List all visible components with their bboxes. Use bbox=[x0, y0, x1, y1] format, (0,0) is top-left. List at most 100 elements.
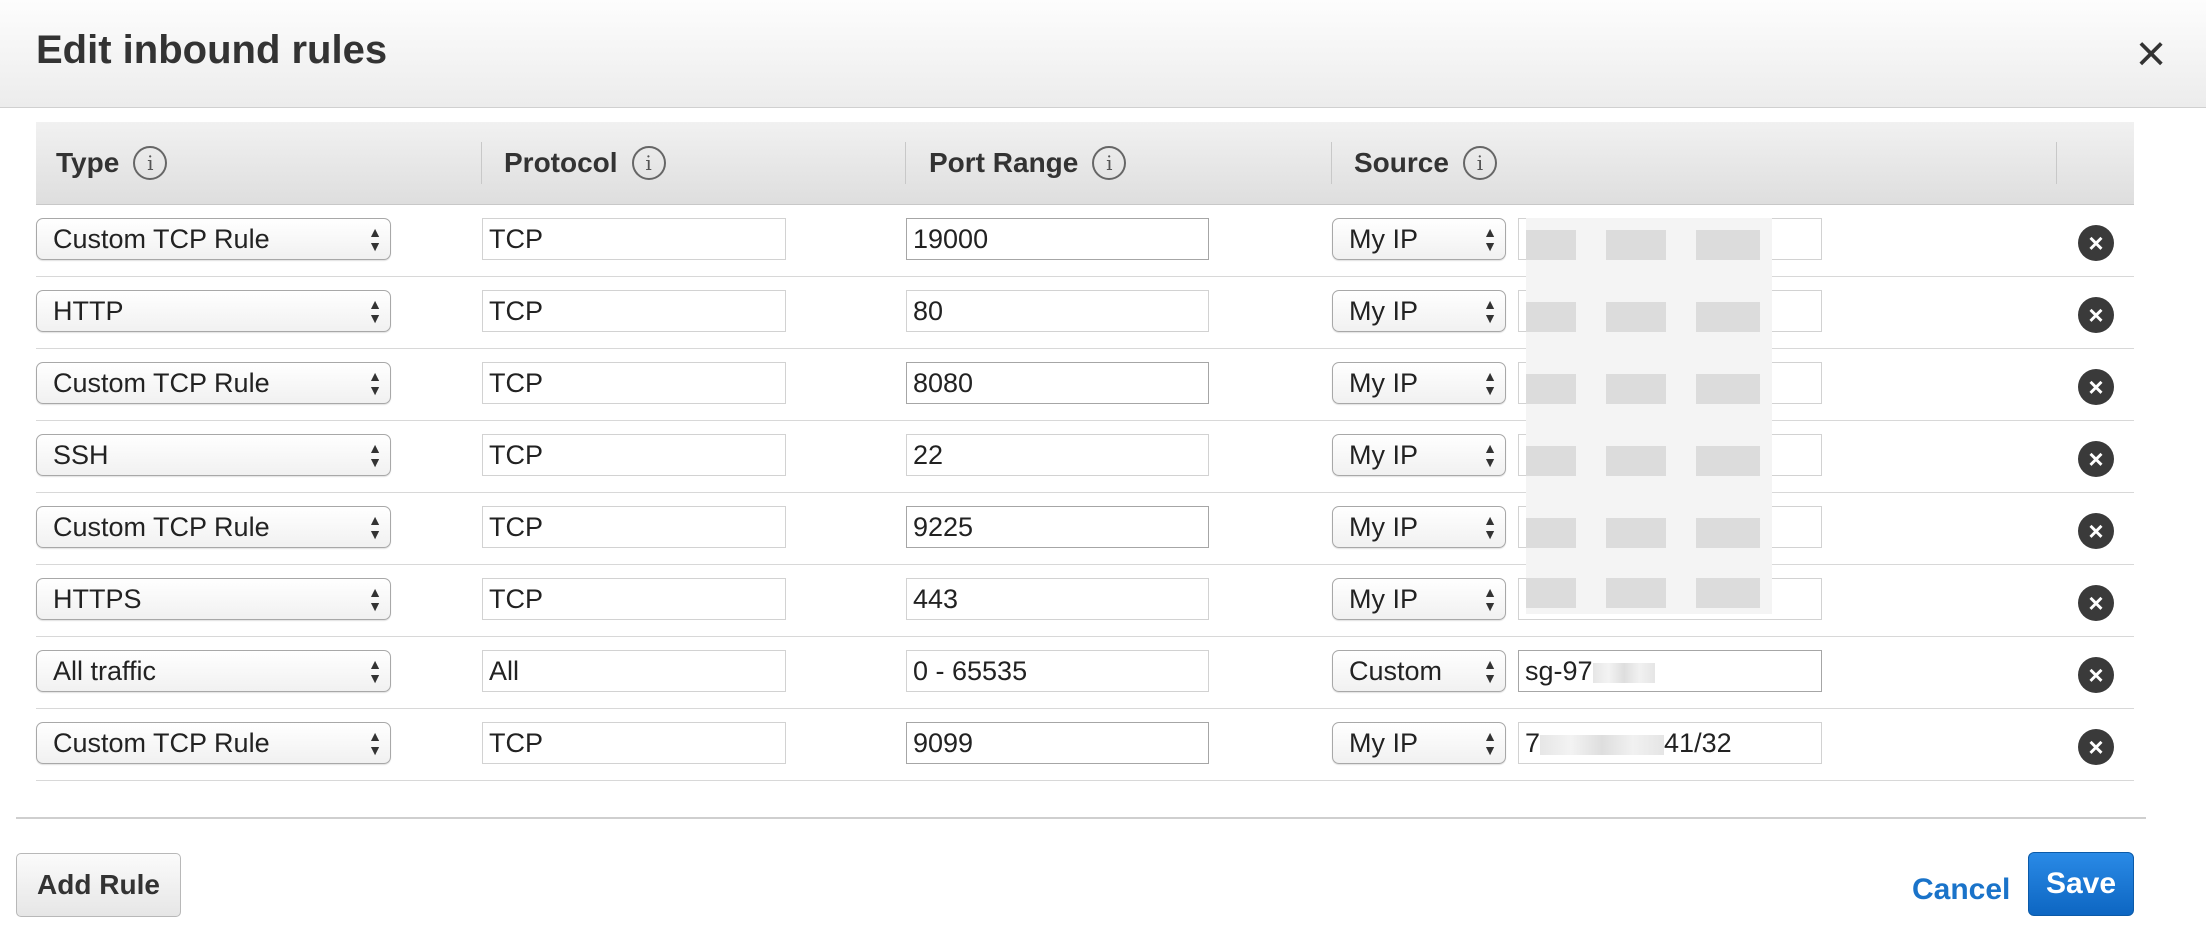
type-select-value: Custom TCP Rule bbox=[53, 224, 270, 254]
table-row: Custom TCP Rule ▲ ▼ TCP 9225 My IP ▲ ▼ × bbox=[36, 493, 2134, 565]
type-select[interactable]: Custom TCP Rule ▲ ▼ bbox=[36, 362, 391, 404]
source-type-select[interactable]: My IP ▲ ▼ bbox=[1332, 218, 1506, 260]
info-icon[interactable]: i bbox=[133, 146, 168, 180]
table-row: HTTPS ▲ ▼ TCP 443 My IP ▲ ▼ × bbox=[36, 565, 2134, 637]
delete-rule-icon[interactable]: × bbox=[2078, 441, 2114, 477]
column-header-port-range: Port Range i bbox=[929, 122, 1127, 204]
delete-rule-icon[interactable]: × bbox=[2078, 297, 2114, 333]
source-cidr-input[interactable]: 7 41/32 bbox=[1518, 722, 1822, 764]
column-divider bbox=[905, 142, 906, 184]
source-type-value: My IP bbox=[1349, 584, 1419, 614]
source-type-select[interactable]: My IP ▲ ▼ bbox=[1332, 722, 1506, 764]
port-range-input[interactable]: 0 - 65535 bbox=[906, 650, 1209, 692]
source-type-select[interactable]: My IP ▲ ▼ bbox=[1332, 434, 1506, 476]
type-select[interactable]: Custom TCP Rule ▲ ▼ bbox=[36, 506, 391, 548]
source-type-select[interactable]: Custom ▲ ▼ bbox=[1332, 650, 1506, 692]
delete-rule-icon[interactable]: × bbox=[2078, 369, 2114, 405]
redacted-text bbox=[1592, 662, 1655, 683]
type-select[interactable]: SSH ▲ ▼ bbox=[36, 434, 391, 476]
select-arrows-icon: ▲ ▼ bbox=[1483, 656, 1497, 686]
table-row: Custom TCP Rule ▲ ▼ TCP 9099 My IP ▲ ▼ 7 41/3… bbox=[36, 709, 2134, 781]
column-divider bbox=[2056, 142, 2057, 184]
info-icon[interactable]: i bbox=[631, 146, 666, 180]
select-arrows-icon: ▲ ▼ bbox=[1483, 224, 1497, 254]
redaction-blur bbox=[1526, 218, 1772, 614]
type-select-value: HTTPS bbox=[53, 584, 142, 614]
column-label-source: Source bbox=[1354, 147, 1449, 178]
select-arrows-icon: ▲ ▼ bbox=[1483, 584, 1497, 614]
redacted-text bbox=[1540, 734, 1665, 755]
save-button[interactable]: Save bbox=[2028, 852, 2134, 916]
column-label-type: Type bbox=[56, 147, 120, 178]
delete-rule-icon[interactable]: × bbox=[2078, 225, 2114, 261]
select-arrows-icon: ▲ ▼ bbox=[368, 296, 382, 326]
protocol-field: TCP bbox=[482, 290, 786, 332]
type-select-value: All traffic bbox=[53, 656, 157, 686]
source-group-input[interactable]: sg-97 bbox=[1518, 650, 1822, 692]
delete-rule-icon[interactable]: × bbox=[2078, 585, 2114, 621]
source-value-prefix: sg-97 bbox=[1525, 656, 1593, 686]
column-header-protocol: Protocol i bbox=[504, 122, 666, 204]
cancel-link[interactable]: Cancel bbox=[1912, 873, 2010, 907]
source-type-value: My IP bbox=[1349, 512, 1419, 542]
port-range-input[interactable]: 80 bbox=[906, 290, 1209, 332]
protocol-field: TCP bbox=[482, 722, 786, 764]
source-value-suffix: 41/32 bbox=[1664, 728, 1732, 758]
type-select[interactable]: Custom TCP Rule ▲ ▼ bbox=[36, 722, 391, 764]
source-type-select[interactable]: My IP ▲ ▼ bbox=[1332, 290, 1506, 332]
source-type-value: My IP bbox=[1349, 296, 1419, 326]
source-type-select[interactable]: My IP ▲ ▼ bbox=[1332, 506, 1506, 548]
column-divider bbox=[481, 142, 482, 184]
port-range-input[interactable]: 9225 bbox=[906, 506, 1209, 548]
select-arrows-icon: ▲ ▼ bbox=[368, 512, 382, 542]
protocol-field: TCP bbox=[482, 578, 786, 620]
select-arrows-icon: ▲ ▼ bbox=[1483, 368, 1497, 398]
select-arrows-icon: ▲ ▼ bbox=[1483, 512, 1497, 542]
add-rule-button[interactable]: Add Rule bbox=[16, 853, 181, 917]
select-arrows-icon: ▲ ▼ bbox=[1483, 728, 1497, 758]
source-type-value: My IP bbox=[1349, 224, 1419, 254]
type-select[interactable]: Custom TCP Rule ▲ ▼ bbox=[36, 218, 391, 260]
source-value-prefix: 7 bbox=[1525, 728, 1541, 758]
close-icon[interactable]: × bbox=[2126, 24, 2176, 84]
protocol-field: All bbox=[482, 650, 786, 692]
type-select-value: Custom TCP Rule bbox=[53, 728, 270, 758]
delete-rule-icon[interactable]: × bbox=[2078, 513, 2114, 549]
delete-rule-icon[interactable]: × bbox=[2078, 657, 2114, 693]
type-select-value: Custom TCP Rule bbox=[53, 368, 270, 398]
table-row: Custom TCP Rule ▲ ▼ TCP 19000 My IP ▲ ▼ × bbox=[36, 205, 2134, 277]
port-range-input[interactable]: 19000 bbox=[906, 218, 1209, 260]
source-type-select[interactable]: My IP ▲ ▼ bbox=[1332, 362, 1506, 404]
source-type-value: My IP bbox=[1349, 440, 1419, 470]
select-arrows-icon: ▲ ▼ bbox=[368, 224, 382, 254]
column-header-source: Source i bbox=[1354, 122, 1497, 204]
info-icon[interactable]: i bbox=[1092, 146, 1127, 180]
source-type-value: My IP bbox=[1349, 368, 1419, 398]
port-range-input[interactable]: 22 bbox=[906, 434, 1209, 476]
port-range-input[interactable]: 9099 bbox=[906, 722, 1209, 764]
column-label-port-range: Port Range bbox=[929, 147, 1079, 178]
type-select[interactable]: All traffic ▲ ▼ bbox=[36, 650, 391, 692]
select-arrows-icon: ▲ ▼ bbox=[368, 656, 382, 686]
table-row: SSH ▲ ▼ TCP 22 My IP ▲ ▼ × bbox=[36, 421, 2134, 493]
delete-rule-icon[interactable]: × bbox=[2078, 729, 2114, 765]
protocol-field: TCP bbox=[482, 506, 786, 548]
protocol-field: TCP bbox=[482, 362, 786, 404]
select-arrows-icon: ▲ ▼ bbox=[1483, 440, 1497, 470]
port-range-input[interactable]: 443 bbox=[906, 578, 1209, 620]
source-type-value: My IP bbox=[1349, 728, 1419, 758]
port-range-input[interactable]: 8080 bbox=[906, 362, 1209, 404]
protocol-field: TCP bbox=[482, 434, 786, 476]
type-select[interactable]: HTTPS ▲ ▼ bbox=[36, 578, 391, 620]
source-type-value: Custom bbox=[1349, 656, 1443, 686]
type-select[interactable]: HTTP ▲ ▼ bbox=[36, 290, 391, 332]
type-select-value: SSH bbox=[53, 440, 109, 470]
dialog-title: Edit inbound rules bbox=[36, 28, 388, 72]
source-type-select[interactable]: My IP ▲ ▼ bbox=[1332, 578, 1506, 620]
select-arrows-icon: ▲ ▼ bbox=[1483, 296, 1497, 326]
info-icon[interactable]: i bbox=[1462, 146, 1497, 180]
dialog-header: Edit inbound rules × bbox=[0, 0, 2206, 108]
type-select-value: HTTP bbox=[53, 296, 124, 326]
select-arrows-icon: ▲ ▼ bbox=[368, 584, 382, 614]
table-row: Custom TCP Rule ▲ ▼ TCP 8080 My IP ▲ ▼ × bbox=[36, 349, 2134, 421]
